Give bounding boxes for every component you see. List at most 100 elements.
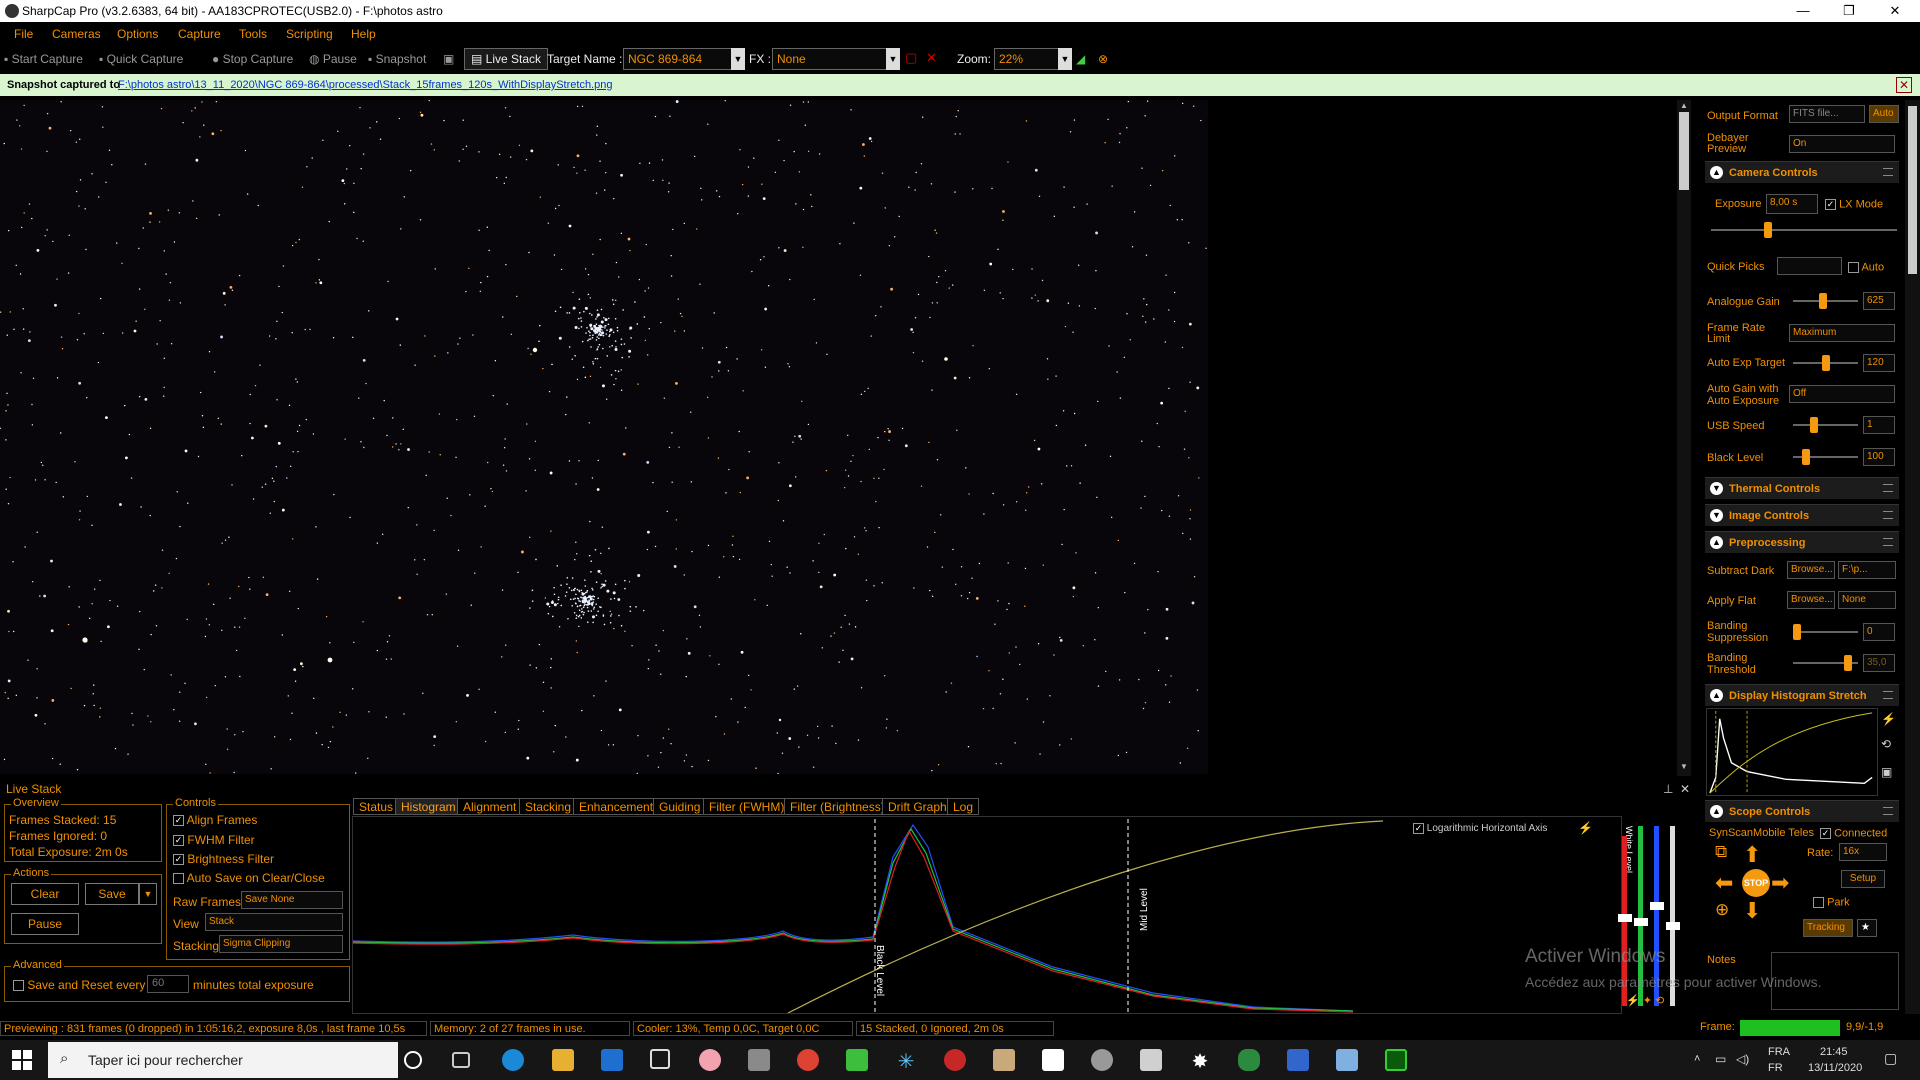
maximize-button[interactable]: ❐ [1826, 0, 1872, 22]
image-controls-header[interactable]: ▼ Image Controls [1705, 504, 1899, 526]
scope-name-select[interactable]: SynScanMobile Teles [1709, 828, 1814, 839]
raw-frames-select[interactable]: Save None [241, 891, 343, 909]
stop-button[interactable]: STOP [1742, 869, 1770, 897]
analogue-gain-slider[interactable] [1793, 293, 1858, 309]
pause-button[interactable]: ◍ Pause [309, 52, 357, 66]
scope-controls-header[interactable]: ▲ Scope Controls [1705, 800, 1899, 822]
star-icon[interactable]: ★ [1857, 919, 1877, 937]
scroll-thumb[interactable] [1679, 112, 1689, 190]
fwhm-filter-checkbox[interactable]: ✓ FWHM Filter [173, 833, 255, 847]
minutes-stepper[interactable]: 60 [147, 975, 189, 993]
black-level-slider[interactable] [1793, 449, 1858, 465]
shield-icon[interactable] [1238, 1049, 1260, 1071]
chevron-up-icon[interactable]: ▲ [1710, 805, 1723, 818]
connected-checkbox[interactable]: ✓ Connected [1820, 828, 1887, 839]
menu-icon[interactable] [1883, 511, 1893, 519]
tab-filter-brightness[interactable]: Filter (Brightness) [784, 798, 891, 815]
banding-threshold-slider[interactable] [1793, 655, 1858, 671]
tab-drift-graph[interactable]: Drift Graph [882, 798, 953, 815]
analogue-gain-input[interactable]: 625 [1863, 292, 1895, 310]
tab-stacking[interactable]: Stacking [519, 798, 578, 815]
menu-cameras[interactable]: Cameras [52, 27, 101, 41]
app-icon[interactable] [1140, 1049, 1162, 1071]
menu-icon[interactable] [1883, 691, 1893, 699]
quick-capture-button[interactable]: ▪ Quick Capture [99, 52, 183, 66]
auto-exp-target-slider[interactable] [1793, 355, 1858, 371]
banding-suppression-slider[interactable] [1793, 624, 1858, 640]
menu-help[interactable]: Help [351, 27, 376, 41]
slider-knob[interactable] [1666, 922, 1680, 930]
volume-icon[interactable]: ◁) [1736, 1052, 1749, 1066]
menu-options[interactable]: Options [117, 27, 158, 41]
close-notification-button[interactable]: ✕ [1896, 77, 1912, 93]
language-2[interactable]: FR [1768, 1062, 1783, 1074]
live-stack-histogram[interactable]: Black Level Mid Level ✓ Logarithmic Hori… [352, 816, 1622, 1014]
black-level-input[interactable]: 100 [1863, 448, 1895, 466]
start-capture-button[interactable]: ▪ Start Capture [4, 52, 83, 66]
target-name-input[interactable]: NGC 869-864 [623, 48, 735, 70]
close-panel-icon[interactable]: ✕ [1680, 782, 1690, 796]
close-window-button[interactable]: ✕ [1872, 0, 1918, 22]
app-icon[interactable] [1336, 1049, 1358, 1071]
arrow-right-icon[interactable]: ➡ [1771, 870, 1797, 895]
slider-knob[interactable] [1793, 624, 1801, 640]
stacking-select[interactable]: Sigma Clipping [219, 935, 343, 953]
slider-knob[interactable] [1634, 918, 1648, 926]
brightness-filter-checkbox[interactable]: ✓ Brightness Filter [173, 852, 274, 866]
file-explorer-icon[interactable] [552, 1049, 574, 1071]
chevron-down-icon[interactable]: ▼ [1058, 48, 1072, 70]
tab-log[interactable]: Log [947, 798, 980, 815]
crosshair-icon[interactable]: ✕ [926, 50, 937, 66]
chrome-icon[interactable] [797, 1049, 819, 1071]
menu-capture[interactable]: Capture [178, 27, 221, 41]
chevron-down-icon[interactable]: ▼ [1710, 509, 1723, 522]
reset-icon[interactable]: ⟲ [1881, 737, 1897, 753]
mail-icon[interactable] [601, 1049, 623, 1071]
chevron-down-icon[interactable]: ▼ [886, 48, 900, 70]
windows-start-icon[interactable] [12, 1050, 32, 1070]
clear-button[interactable]: Clear [11, 883, 79, 905]
auto-checkbox[interactable]: Auto [1848, 262, 1884, 273]
align-frames-checkbox[interactable]: ✓ Align Frames [173, 813, 257, 827]
app-icon[interactable] [699, 1049, 721, 1071]
app-icon[interactable] [650, 1049, 670, 1069]
chevron-down-icon[interactable]: ▼ [1710, 482, 1723, 495]
slider-knob[interactable] [1844, 655, 1853, 671]
fx-select[interactable]: None [772, 48, 892, 70]
slider-knob[interactable] [1618, 914, 1632, 922]
zoom-select[interactable]: 22% [994, 48, 1062, 70]
thermal-controls-header[interactable]: ▼ Thermal Controls [1705, 477, 1899, 499]
language-1[interactable]: FRA [1768, 1046, 1790, 1058]
scroll-up-icon[interactable]: ▲ [1679, 101, 1689, 110]
star-app-icon[interactable]: ✸ [1189, 1049, 1211, 1073]
exposure-slider[interactable] [1711, 222, 1897, 238]
pause-stack-button[interactable]: Pause [11, 913, 79, 935]
mid-level-marker[interactable]: Mid Level [1139, 888, 1150, 931]
edge-icon[interactable] [502, 1049, 524, 1071]
auto-exp-target-input[interactable]: 120 [1863, 354, 1895, 372]
scroll-down-icon[interactable]: ▼ [1679, 762, 1689, 771]
chevron-down-icon[interactable]: ▼ [139, 883, 157, 905]
menu-scripting[interactable]: Scripting [286, 27, 333, 41]
banding-suppression-input[interactable]: 0 [1863, 623, 1895, 641]
display-histogram-stretch-header[interactable]: ▲ Display Histogram Stretch [1705, 684, 1899, 706]
menu-tools[interactable]: Tools [239, 27, 267, 41]
park-checkbox[interactable]: Park [1813, 897, 1850, 908]
tab-histogram[interactable]: Histogram [395, 798, 462, 815]
debayer-preview-select[interactable]: On [1789, 135, 1895, 153]
scroll-thumb[interactable] [1908, 106, 1917, 274]
tracking-button[interactable]: Tracking [1803, 919, 1853, 937]
histogram-chart[interactable] [352, 817, 1621, 1014]
quick-picks-select[interactable] [1777, 257, 1842, 275]
minimize-button[interactable]: — [1780, 0, 1826, 22]
clock-time[interactable]: 21:45 [1820, 1046, 1848, 1058]
lx-mode-checkbox[interactable]: ✓ LX Mode [1825, 199, 1883, 210]
calculator-icon[interactable] [748, 1049, 770, 1071]
usb-speed-input[interactable]: 1 [1863, 416, 1895, 434]
exposure-input[interactable]: 8,00 s [1766, 194, 1818, 214]
tab-guiding[interactable]: Guiding [653, 798, 707, 815]
snapshot-button[interactable]: ▪ Snapshot [368, 52, 426, 66]
menu-icon[interactable] [1883, 538, 1893, 546]
star-field-image[interactable] [0, 100, 1208, 774]
log-axis-checkbox[interactable]: ✓ Logarithmic Horizontal Axis [1413, 823, 1547, 834]
